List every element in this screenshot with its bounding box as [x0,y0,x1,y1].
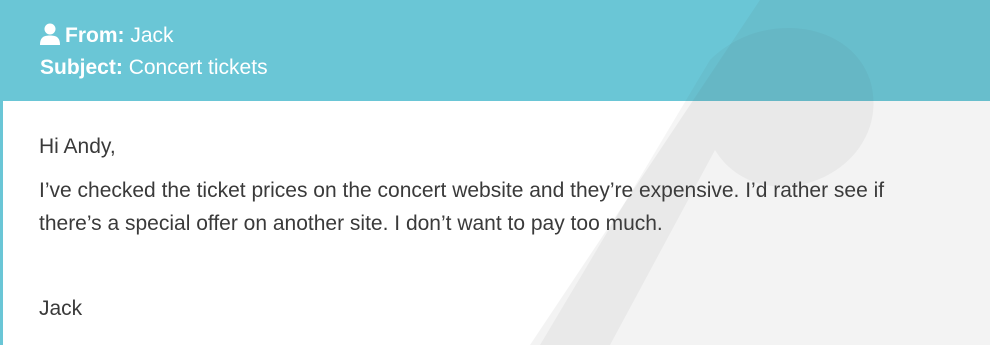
from-line: From: Jack [40,23,174,48]
subject-line: Subject: Concert tickets [40,56,268,80]
email-greeting: Hi Andy, [39,135,116,158]
subject-value: Concert tickets [128,56,268,79]
from-label: From: [65,24,125,47]
email-card: From: Jack Subject: Concert tickets Hi A… [0,0,990,345]
email-signoff: Jack [39,297,83,320]
email-header: From: Jack Subject: Concert tickets [3,0,990,101]
subject-label: Subject: [40,56,123,79]
from-value: Jack [130,24,174,47]
email-message: I’ve checked the ticket prices on the co… [39,179,885,235]
person-icon [40,23,60,45]
